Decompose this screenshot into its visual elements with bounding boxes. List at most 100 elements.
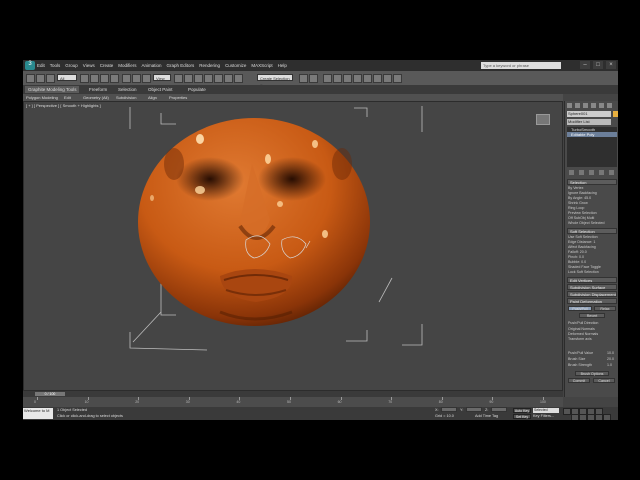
motion-tab-icon[interactable]	[591, 103, 596, 108]
window-crossing-icon[interactable]	[110, 74, 119, 83]
zoom-extents-icon[interactable]	[571, 414, 579, 420]
panel-properties[interactable]: Properties	[169, 94, 187, 101]
selection-filter-dropdown[interactable]: All	[57, 74, 77, 81]
menu-edit[interactable]: Edit	[37, 61, 45, 70]
panel-geometry-all[interactable]: Geometry (All)	[83, 94, 109, 101]
search-input[interactable]: Type a keyword or phrase	[481, 62, 561, 69]
named-selection-dropdown[interactable]: Create Selection Se	[257, 74, 293, 88]
show-end-result-icon[interactable]	[579, 170, 584, 175]
object-name-field[interactable]: Sphere001	[567, 111, 611, 117]
track-bar[interactable]: 0 10 20 30 40 50 60 70 80 90 100	[23, 397, 563, 407]
auto-key-button[interactable]: Auto Key	[513, 408, 531, 413]
push-pull-button[interactable]: Push/Pull	[568, 306, 592, 311]
scale-icon[interactable]	[142, 74, 151, 83]
configure-sets-icon[interactable]	[609, 170, 614, 175]
redo-icon[interactable]	[36, 74, 45, 83]
menu-views[interactable]: Views	[83, 61, 95, 70]
menu-maxscript[interactable]: MAXScript	[251, 61, 272, 70]
head-model[interactable]	[138, 118, 370, 326]
soft-selection-item[interactable]: Lock Soft Selection	[568, 270, 599, 275]
mirror-icon[interactable]	[299, 74, 308, 83]
maxscript-listener[interactable]: Welcome to M	[23, 408, 53, 419]
percent-snap-icon[interactable]	[214, 74, 223, 83]
perspective-viewport[interactable]: [ + ] [ Perspective ] [ Smooth + Highlig…	[23, 101, 563, 391]
pan-icon[interactable]	[587, 414, 595, 420]
move-icon[interactable]	[122, 74, 131, 83]
create-tab-icon[interactable]	[567, 103, 572, 108]
field-of-view-icon[interactable]	[579, 414, 587, 420]
pin-stack-icon[interactable]	[569, 170, 574, 175]
menu-animation[interactable]: Animation	[142, 61, 162, 70]
orbit-icon[interactable]	[603, 414, 611, 420]
menu-modifiers[interactable]: Modifiers	[118, 61, 136, 70]
time-slider[interactable]: 0 / 100	[35, 392, 65, 396]
paint-deformation-rollout[interactable]: Paint Deformation	[567, 298, 617, 304]
edit-named-selection-icon[interactable]	[234, 74, 243, 83]
stack-item-editable-poly[interactable]: Editable Poly	[567, 132, 617, 137]
close-button[interactable]: ×	[606, 61, 616, 69]
rect-selection-icon[interactable]	[100, 74, 109, 83]
select-object-icon[interactable]	[80, 74, 89, 83]
tab-freeform[interactable]: Freeform	[89, 86, 107, 93]
panel-align[interactable]: Align	[148, 94, 157, 101]
panel-polygon-modeling[interactable]: Polygon Modeling	[26, 94, 58, 101]
render-setup-icon[interactable]	[373, 74, 382, 83]
param-value[interactable]: 20.0	[607, 357, 614, 362]
graphite-toggle-icon[interactable]	[333, 74, 342, 83]
panel-edit[interactable]: Edit	[64, 94, 71, 101]
remove-modifier-icon[interactable]	[599, 170, 604, 175]
revert-button[interactable]: Revert	[579, 313, 605, 318]
subdivision-displacement-rollout[interactable]: Subdivision Displacement	[567, 291, 617, 297]
maximize-button[interactable]: □	[593, 61, 603, 69]
brush-options-button[interactable]: Brush Options	[575, 371, 609, 376]
subdivision-surface-rollout[interactable]: Subdivision Surface	[567, 284, 617, 290]
selection-rollout[interactable]: Selection	[567, 179, 617, 185]
utilities-tab-icon[interactable]	[607, 103, 612, 108]
undo-icon[interactable]	[26, 74, 35, 83]
key-filters-button[interactable]: Key Filters...	[533, 413, 554, 419]
param-value[interactable]: 1.0	[607, 363, 612, 368]
y-coord-field[interactable]	[466, 407, 482, 412]
cancel-button[interactable]: Cancel	[593, 378, 615, 383]
tab-populate[interactable]: Populate	[188, 86, 206, 93]
align-icon[interactable]	[309, 74, 318, 83]
z-coord-field[interactable]	[491, 407, 507, 412]
edit-vertices-rollout[interactable]: Edit Vertices	[567, 277, 617, 283]
modifier-list-dropdown[interactable]: Modifier List	[567, 119, 611, 125]
material-editor-icon[interactable]	[363, 74, 372, 83]
select-manipulate-icon[interactable]	[184, 74, 193, 83]
x-coord-field[interactable]	[441, 407, 457, 412]
menu-group[interactable]: Group	[65, 61, 78, 70]
select-by-name-icon[interactable]	[90, 74, 99, 83]
menu-graph-editors[interactable]: Graph Editors	[167, 61, 195, 70]
add-time-tag[interactable]: Add Time Tag	[475, 413, 498, 419]
viewport-scene[interactable]	[24, 102, 564, 392]
param-value[interactable]: 10.0	[607, 351, 614, 356]
link-icon[interactable]	[46, 74, 55, 83]
go-to-start-icon[interactable]	[563, 408, 571, 415]
menu-tools[interactable]: Tools	[50, 61, 61, 70]
make-unique-icon[interactable]	[589, 170, 594, 175]
menu-customize[interactable]: Customize	[225, 61, 246, 70]
angle-snap-icon[interactable]	[204, 74, 213, 83]
relax-button[interactable]: Relax	[594, 306, 616, 311]
tab-graphite-modeling[interactable]: Graphite Modeling Tools	[25, 86, 80, 93]
schematic-view-icon[interactable]	[353, 74, 362, 83]
curve-editor-icon[interactable]	[343, 74, 352, 83]
menu-create[interactable]: Create	[100, 61, 114, 70]
minimize-button[interactable]: –	[580, 61, 590, 69]
direction-option[interactable]: Transform axis	[568, 337, 592, 342]
hierarchy-tab-icon[interactable]	[583, 103, 588, 108]
pivot-icon[interactable]	[174, 74, 183, 83]
render-frame-icon[interactable]	[383, 74, 392, 83]
tab-selection[interactable]: Selection	[118, 86, 137, 93]
display-tab-icon[interactable]	[599, 103, 604, 108]
tab-object-paint[interactable]: Object Paint	[148, 86, 173, 93]
zoom-icon[interactable]	[595, 414, 603, 420]
menu-rendering[interactable]: Rendering	[199, 61, 220, 70]
set-key-button[interactable]: Set Key	[513, 414, 531, 419]
spinner-snap-icon[interactable]	[224, 74, 233, 83]
commit-button[interactable]: Commit	[568, 378, 590, 383]
panel-subdivision[interactable]: Subdivision	[116, 94, 136, 101]
reference-coord-dropdown[interactable]: View	[153, 74, 171, 81]
